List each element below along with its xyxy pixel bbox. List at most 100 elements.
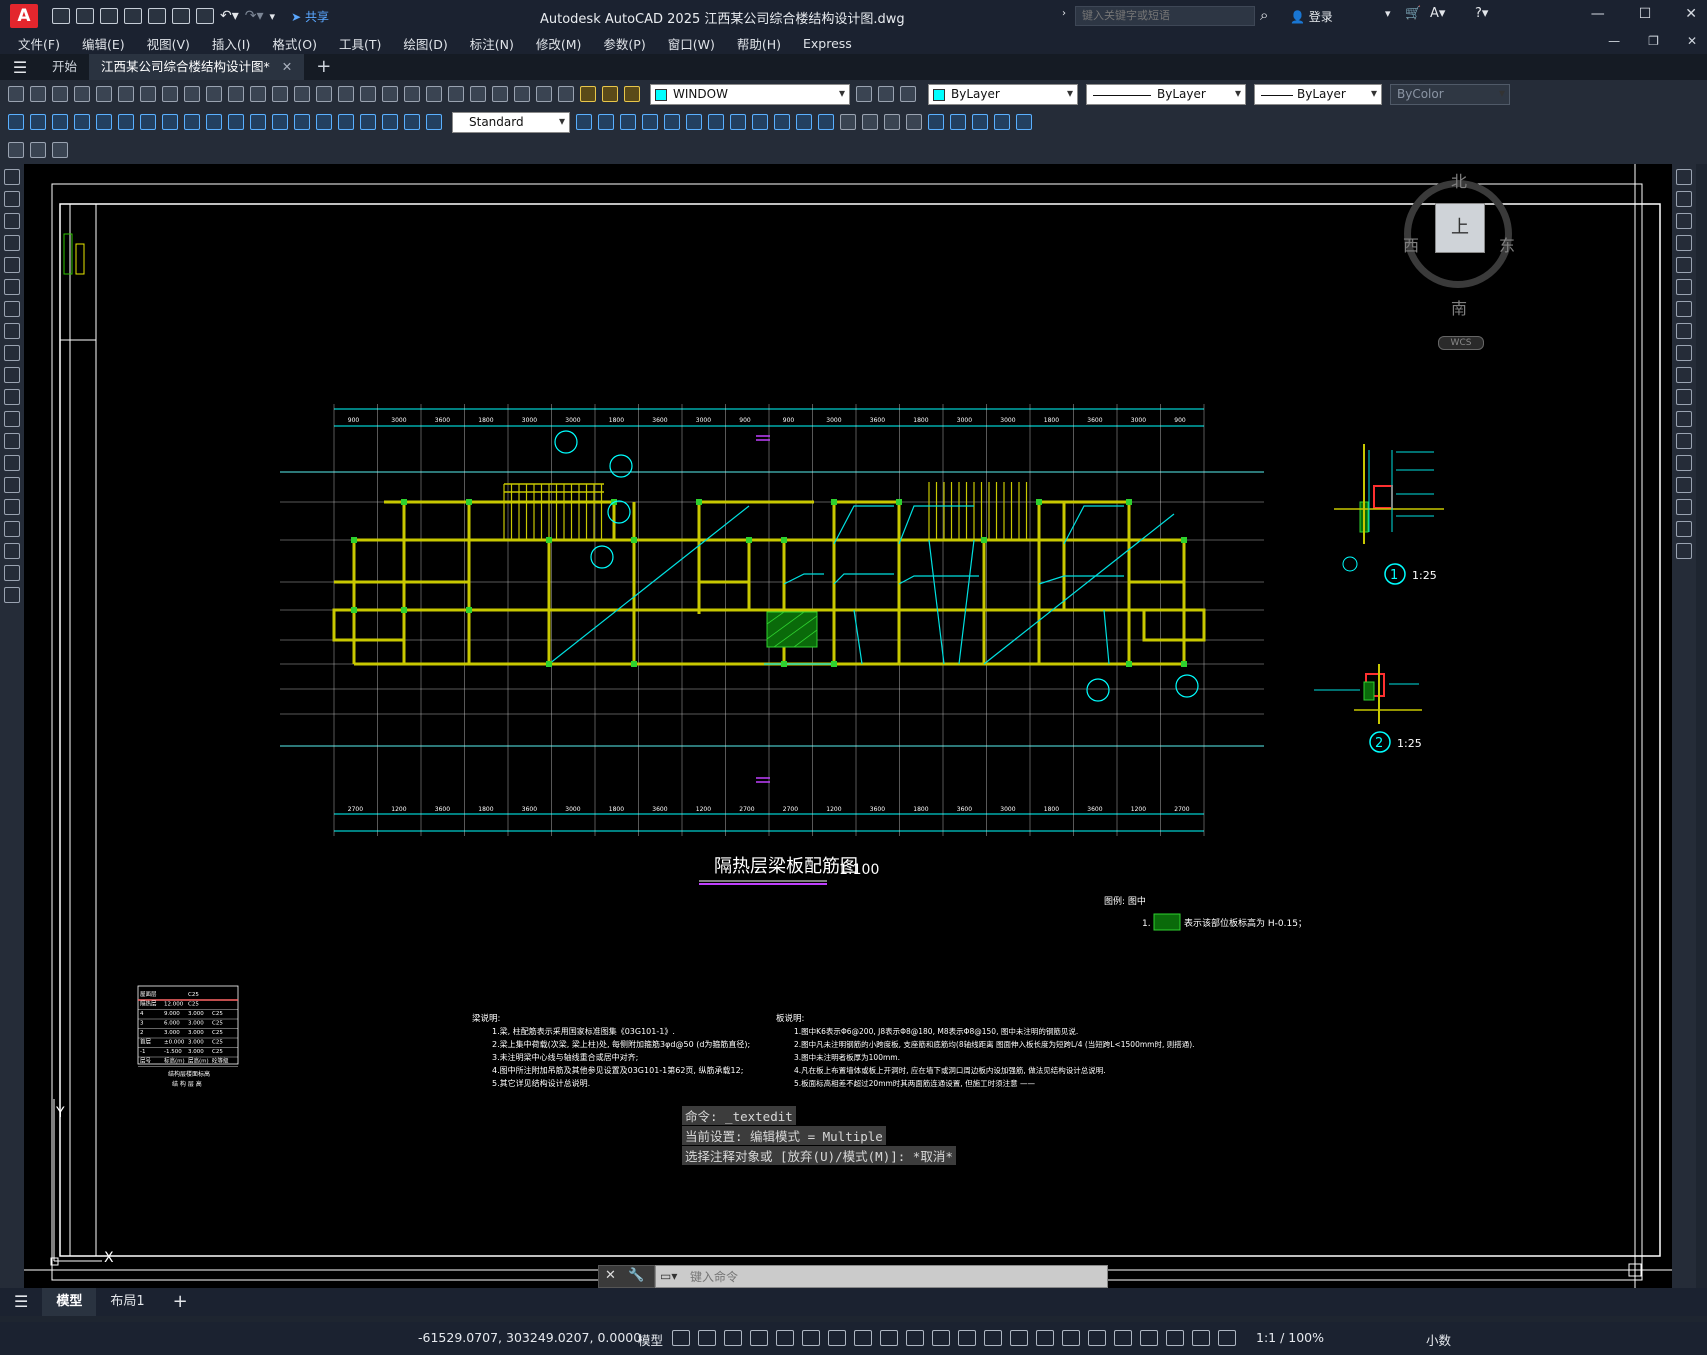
markup-icon[interactable] <box>492 86 508 102</box>
command-prompt-icon[interactable]: ▭▾ <box>660 1269 677 1283</box>
draw-tool-8-icon[interactable] <box>4 345 20 361</box>
status-toggle-16-icon[interactable] <box>1088 1330 1106 1346</box>
status-toggle-12-icon[interactable] <box>984 1330 1002 1346</box>
open-icon[interactable] <box>30 86 46 102</box>
viewcube-top-face[interactable]: 上 <box>1435 203 1485 253</box>
draw-tool-0-icon[interactable] <box>4 169 20 185</box>
jogged-dimension-icon[interactable] <box>118 114 134 130</box>
linear-dimension-icon[interactable] <box>8 114 24 130</box>
search-icon[interactable]: ⌕ <box>1260 6 1268 24</box>
command-customize-icon[interactable]: 🔧 <box>628 1268 644 1283</box>
search-expand-icon[interactable]: › <box>1062 8 1066 19</box>
new-tab-button[interactable]: + <box>304 54 343 80</box>
command-line[interactable]: ▭▾ <box>655 1265 1108 1288</box>
visual-style-3d-icon[interactable] <box>862 114 878 130</box>
status-toggle-7-icon[interactable] <box>854 1330 872 1346</box>
viewcube-west[interactable]: 西 <box>1403 232 1419 256</box>
tolerance-icon[interactable] <box>294 114 310 130</box>
dimension-edit-icon[interactable] <box>382 114 398 130</box>
modify-tool-2-icon[interactable] <box>1676 213 1692 229</box>
status-toggle-1-icon[interactable] <box>698 1330 716 1346</box>
status-toggle-2-icon[interactable] <box>724 1330 742 1346</box>
draw-tool-9-icon[interactable] <box>4 367 20 383</box>
status-toggle-15-icon[interactable] <box>1062 1330 1080 1346</box>
undo-icon[interactable] <box>272 86 288 102</box>
view-left-icon[interactable] <box>642 114 658 130</box>
qnew-icon[interactable] <box>8 86 24 102</box>
save-icon[interactable] <box>100 8 118 24</box>
viewcube-east[interactable]: 东 <box>1499 232 1515 256</box>
minimize-button[interactable]: — <box>1591 6 1605 22</box>
add-layout-button[interactable]: + <box>159 1288 202 1316</box>
continue-dimension-icon[interactable] <box>228 114 244 130</box>
tab-start[interactable]: 开始 <box>40 54 89 80</box>
ucs-icon[interactable] <box>928 114 944 130</box>
save-icon[interactable] <box>52 86 68 102</box>
customize-qat-icon[interactable]: ▾ <box>270 10 276 23</box>
draw-tool-18-icon[interactable] <box>4 565 20 581</box>
draw-tool-16-icon[interactable] <box>4 521 20 537</box>
save-as-icon[interactable] <box>124 8 142 24</box>
view-ne-icon[interactable] <box>774 114 790 130</box>
modify-tool-1-icon[interactable] <box>1676 191 1692 207</box>
draw-tool-14-icon[interactable] <box>4 477 20 493</box>
status-toggle-3-icon[interactable] <box>750 1330 768 1346</box>
command-input[interactable] <box>690 1268 1090 1285</box>
visual-style-hidden-icon[interactable] <box>884 114 900 130</box>
publish-icon[interactable] <box>148 8 166 24</box>
3d-print-icon[interactable] <box>140 86 156 102</box>
status-toggle-11-icon[interactable] <box>958 1330 976 1346</box>
draw-tool-5-icon[interactable] <box>4 279 20 295</box>
coordinate-display[interactable]: -61529.0707, 303249.0207, 0.0000 <box>418 1330 641 1345</box>
draw-tool-10-icon[interactable] <box>4 389 20 405</box>
annotation-scale[interactable]: 1:1 / 100% <box>1256 1330 1324 1345</box>
view-sw-icon[interactable] <box>730 114 746 130</box>
design-center-icon[interactable] <box>426 86 442 102</box>
layer-freeze-icon[interactable] <box>602 86 618 102</box>
status-toggle-8-icon[interactable] <box>880 1330 898 1346</box>
model-space-toggle[interactable]: 模型 <box>638 1330 663 1349</box>
modify-tool-5-icon[interactable] <box>1676 279 1692 295</box>
status-toggle-17-icon[interactable] <box>1114 1330 1132 1346</box>
menu-item-8[interactable]: 修改(M) <box>536 34 582 53</box>
help-icon[interactable] <box>536 86 552 102</box>
status-toggle-20-icon[interactable] <box>1192 1330 1210 1346</box>
draw-tool-17-icon[interactable] <box>4 543 20 559</box>
search-input[interactable] <box>1075 6 1255 26</box>
layer-isolate-icon[interactable] <box>52 142 68 158</box>
ordinate-dimension-icon[interactable] <box>74 114 90 130</box>
zoom-previous-icon[interactable] <box>382 86 398 102</box>
command-close-icon[interactable]: ✕ <box>605 1268 616 1283</box>
layer-match-icon[interactable] <box>30 142 46 158</box>
status-toggle-10-icon[interactable] <box>932 1330 950 1346</box>
visual-style-realistic-icon[interactable] <box>906 114 922 130</box>
menu-item-6[interactable]: 绘图(D) <box>403 34 447 53</box>
draw-tool-7-icon[interactable] <box>4 323 20 339</box>
draw-tool-12-icon[interactable] <box>4 433 20 449</box>
modify-tool-12-icon[interactable] <box>1676 433 1692 449</box>
login-button[interactable]: 👤 登录 <box>1290 8 1333 25</box>
publish-icon[interactable] <box>118 86 134 102</box>
modify-tool-17-icon[interactable] <box>1676 543 1692 559</box>
ucs-world-icon[interactable] <box>950 114 966 130</box>
ucs-object-icon[interactable] <box>1016 114 1032 130</box>
plot-icon[interactable] <box>74 86 90 102</box>
modify-tool-7-icon[interactable] <box>1676 323 1692 339</box>
linetype-dropdown[interactable]: ByLayer <box>1086 83 1246 105</box>
status-toggle-18-icon[interactable] <box>1140 1330 1158 1346</box>
radius-dimension-icon[interactable] <box>96 114 112 130</box>
modify-tool-0-icon[interactable] <box>1676 169 1692 185</box>
draw-tool-4-icon[interactable] <box>4 257 20 273</box>
status-toggle-0-icon[interactable] <box>672 1330 690 1346</box>
camera-icon[interactable] <box>818 114 834 130</box>
status-toggle-9-icon[interactable] <box>906 1330 924 1346</box>
diameter-dimension-icon[interactable] <box>140 114 156 130</box>
layer-on-icon[interactable] <box>580 86 596 102</box>
layer-lock-icon[interactable] <box>624 86 640 102</box>
tab-close-icon[interactable]: ✕ <box>282 59 292 74</box>
pan-icon[interactable] <box>316 86 332 102</box>
status-toggle-4-icon[interactable] <box>776 1330 794 1346</box>
dimension-break-icon[interactable] <box>272 114 288 130</box>
autodesk-account-icon[interactable]: A▾ <box>1430 6 1445 21</box>
doc-close-button[interactable]: ✕ <box>1687 34 1697 48</box>
